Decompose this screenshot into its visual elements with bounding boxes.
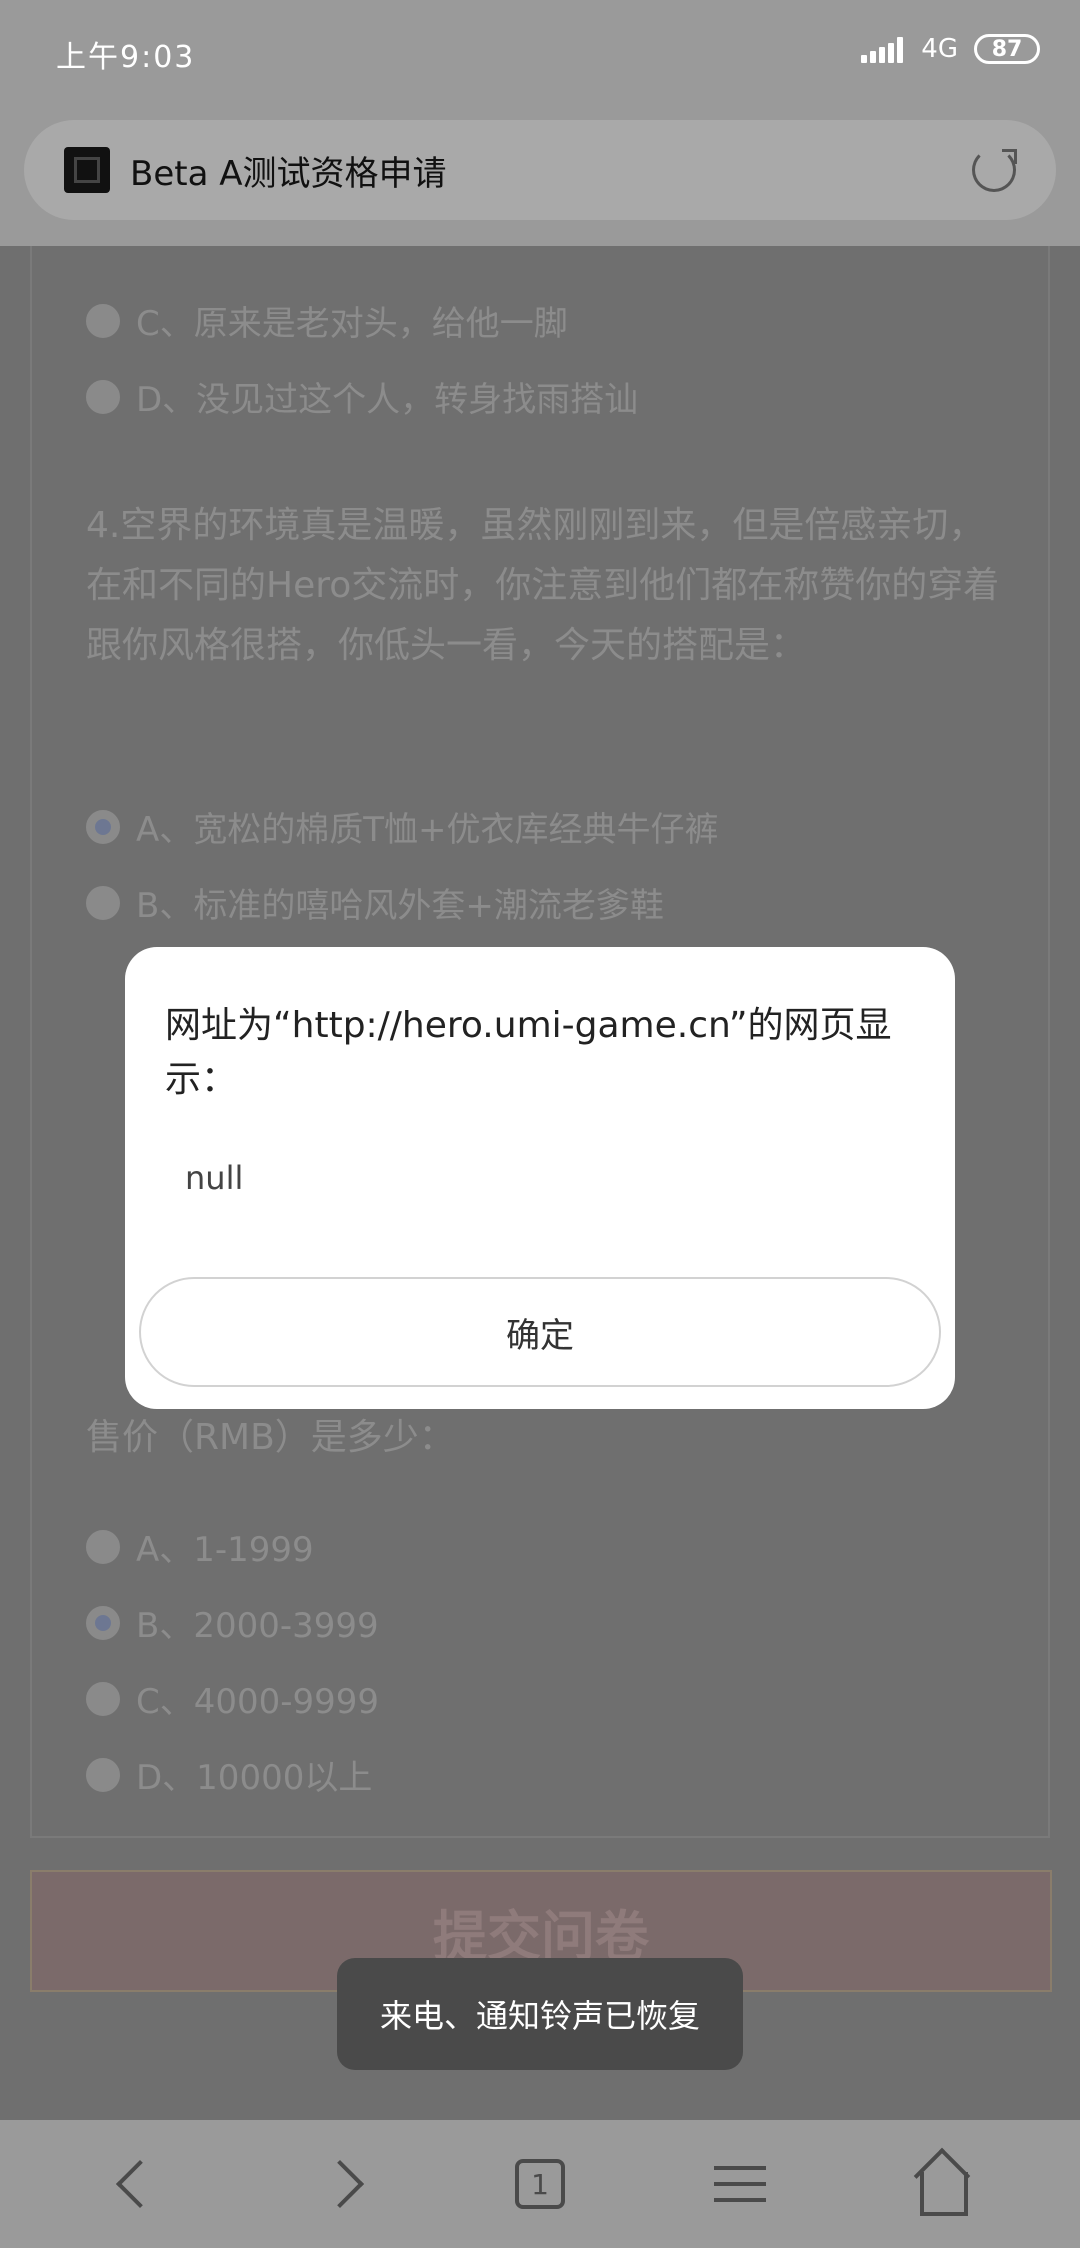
page-title: Beta A测试资格申请 [130, 153, 447, 194]
option-label: C、原来是老对头，给他一脚 [136, 304, 568, 344]
q5-option-d[interactable]: D、10000以上 [86, 1750, 372, 1799]
radio-icon[interactable] [86, 809, 120, 844]
option-label: C、4000-9999 [136, 1682, 380, 1722]
radio-icon[interactable] [86, 379, 120, 414]
option-label: A、宽松的棉质T恤+优衣库经典牛仔裤 [136, 810, 719, 850]
radio-icon[interactable] [86, 1757, 120, 1792]
bottom-navigation: 1 [0, 2120, 1080, 2248]
battery-icon: 87 [974, 34, 1040, 64]
dialog-ok-button[interactable]: 确定 [139, 1277, 941, 1387]
q3-option-d[interactable]: D、没见过这个人，转身找雨搭讪 [86, 372, 638, 421]
q5-option-c[interactable]: C、4000-9999 [86, 1674, 379, 1723]
radio-icon[interactable] [86, 1529, 120, 1564]
toast-notification: 来电、通知铃声已恢复 [337, 1958, 743, 2070]
option-label: D、没见过这个人，转身找雨搭讪 [136, 380, 639, 420]
tab-count: 1 [531, 2167, 549, 2201]
home-button[interactable] [895, 2139, 985, 2229]
option-label: D、10000以上 [136, 1758, 373, 1798]
q5-option-b[interactable]: B、2000-3999 [86, 1598, 379, 1647]
tabs-icon: 1 [515, 2159, 565, 2209]
browser-toolbar: Beta A测试资格申请 [0, 110, 1080, 246]
q3-option-c[interactable]: C、原来是老对头，给他一脚 [86, 296, 568, 345]
forward-button[interactable] [295, 2139, 385, 2229]
chevron-right-icon [315, 2159, 365, 2209]
radio-icon[interactable] [86, 1605, 120, 1640]
back-button[interactable] [95, 2139, 185, 2229]
signal-icon [861, 35, 905, 63]
reload-icon[interactable] [972, 148, 1016, 192]
radio-icon[interactable] [86, 1681, 120, 1716]
dialog-message: null [185, 1159, 244, 1197]
alert-dialog: 网址为“http://hero.umi-game.cn”的网页显示： null … [125, 947, 955, 1409]
menu-icon [714, 2164, 766, 2204]
battery-level: 87 [991, 36, 1023, 62]
option-label: B、2000-3999 [136, 1606, 379, 1646]
q4-option-a[interactable]: A、宽松的棉质T恤+优衣库经典牛仔裤 [86, 802, 719, 851]
site-favicon-icon [64, 147, 110, 193]
question-4: 4.空界的环境真是温暖，虽然刚刚到来，但是倍感亲切，在和不同的Hero交流时，你… [86, 505, 1000, 666]
network-type: 4G [921, 34, 958, 64]
home-icon [910, 2154, 970, 2216]
status-indicators: 4G 87 [861, 34, 1040, 64]
chevron-left-icon [115, 2159, 165, 2209]
question-5-tail: 售价（RMB）是多少： [86, 1417, 455, 1458]
status-time: 上午9:03 [56, 40, 196, 75]
q5-option-a[interactable]: A、1-1999 [86, 1522, 314, 1571]
radio-icon[interactable] [86, 303, 120, 338]
option-label: B、标准的嘻哈风外套+潮流老爹鞋 [136, 886, 664, 926]
q4-option-b[interactable]: B、标准的嘻哈风外套+潮流老爹鞋 [86, 878, 664, 927]
status-bar: 上午9:03 4G 87 [0, 0, 1080, 110]
tabs-button[interactable]: 1 [495, 2139, 585, 2229]
menu-button[interactable] [695, 2139, 785, 2229]
option-label: A、1-1999 [136, 1530, 314, 1570]
dialog-title: 网址为“http://hero.umi-game.cn”的网页显示： [165, 1005, 892, 1100]
radio-icon[interactable] [86, 885, 120, 920]
address-bar[interactable]: Beta A测试资格申请 [24, 120, 1056, 220]
